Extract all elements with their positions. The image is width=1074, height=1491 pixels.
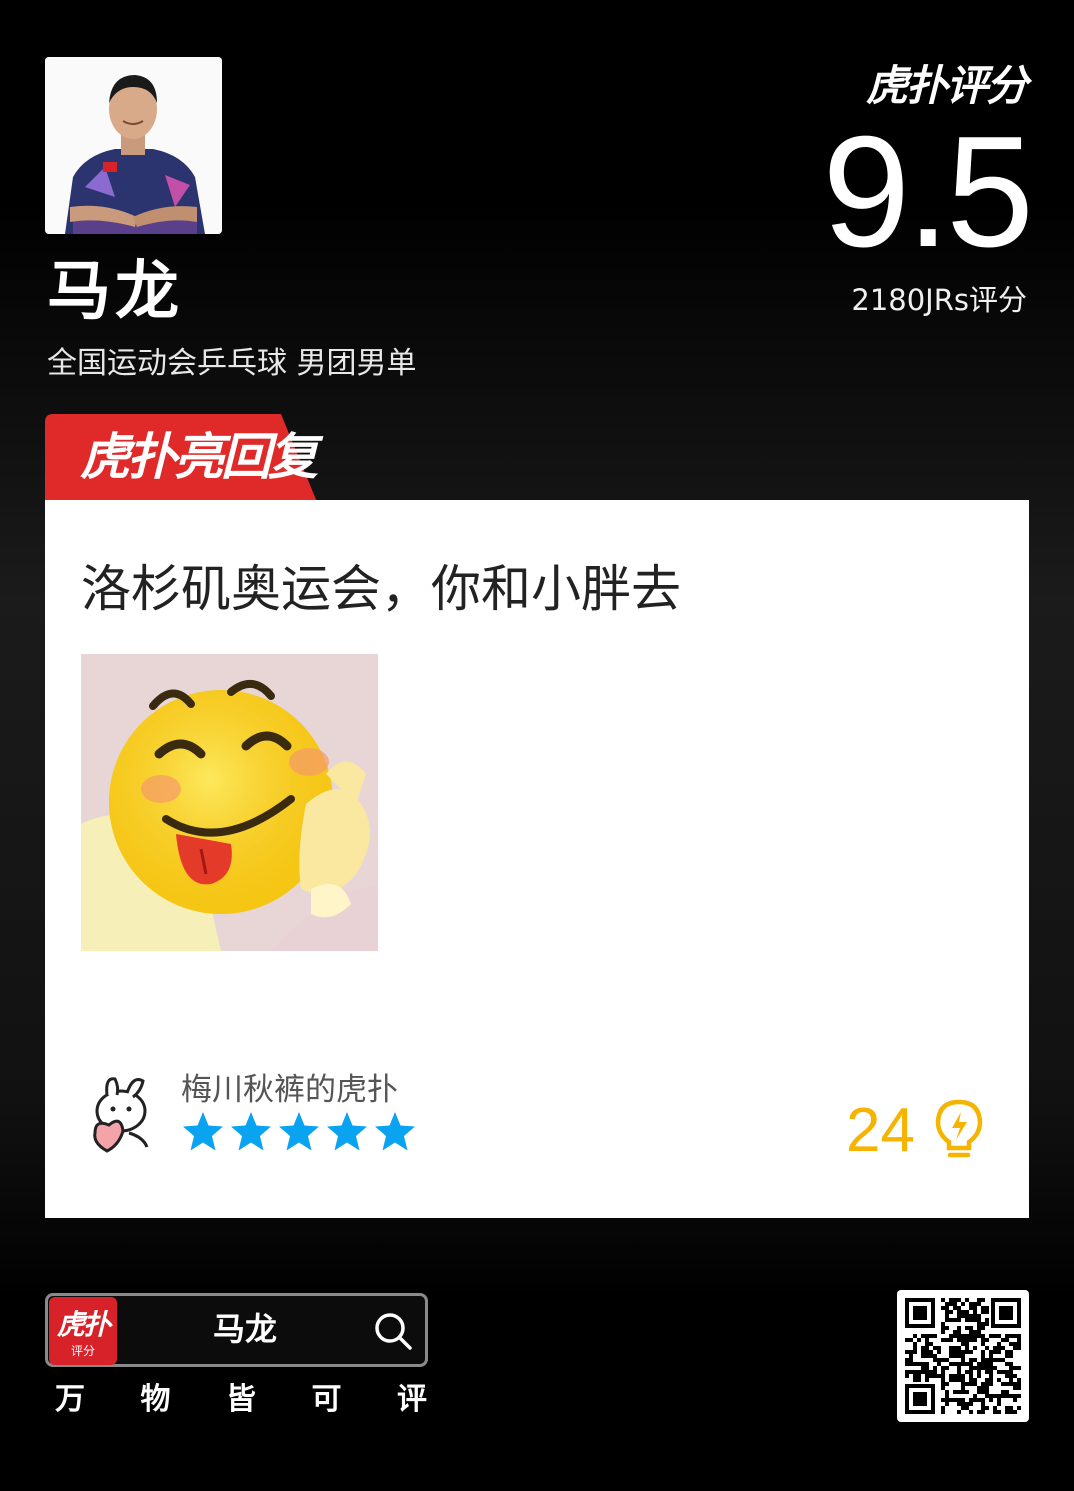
star-icon	[183, 1112, 223, 1151]
app-logo-subtext: 评分	[70, 1344, 95, 1358]
reply-text: 洛杉矶奥运会，你和小胖去	[81, 560, 681, 618]
player-subtitle: 全国运动会乒乓球 男团男单	[47, 346, 417, 381]
reply-emoji-image	[81, 654, 378, 951]
likes-count: 24	[846, 1096, 915, 1165]
star-icon	[375, 1112, 415, 1151]
slogan-char: 评	[397, 1382, 427, 1417]
slogan-char: 皆	[226, 1382, 256, 1417]
star-icon	[327, 1112, 367, 1151]
raters-count: 2180JRs评分	[851, 283, 1027, 317]
qr-code[interactable]	[897, 1290, 1029, 1422]
search-query[interactable]: 马龙	[120, 1307, 370, 1351]
star-icon	[231, 1112, 271, 1151]
score-value: 9.5	[822, 104, 1034, 280]
app-logo-text: 虎扑	[56, 1308, 111, 1341]
player-name: 马龙	[47, 255, 183, 329]
slogan-char: 物	[140, 1382, 171, 1417]
slogan-char: 可	[311, 1382, 342, 1417]
slogan-char: 万	[55, 1382, 85, 1417]
reply-username[interactable]: 梅川秋裤的虎扑	[181, 1070, 398, 1110]
search-icon[interactable]	[373, 1311, 413, 1351]
slogan: 万 物 皆 可 评	[45, 1380, 437, 1420]
lightbulb-icon[interactable]	[933, 1098, 985, 1162]
user-rating-stars	[181, 1110, 417, 1154]
user-avatar-icon	[93, 1077, 149, 1153]
star-icon	[279, 1112, 319, 1151]
player-avatar	[45, 57, 222, 234]
highlight-reply-label: 虎扑亮回复	[80, 428, 318, 486]
